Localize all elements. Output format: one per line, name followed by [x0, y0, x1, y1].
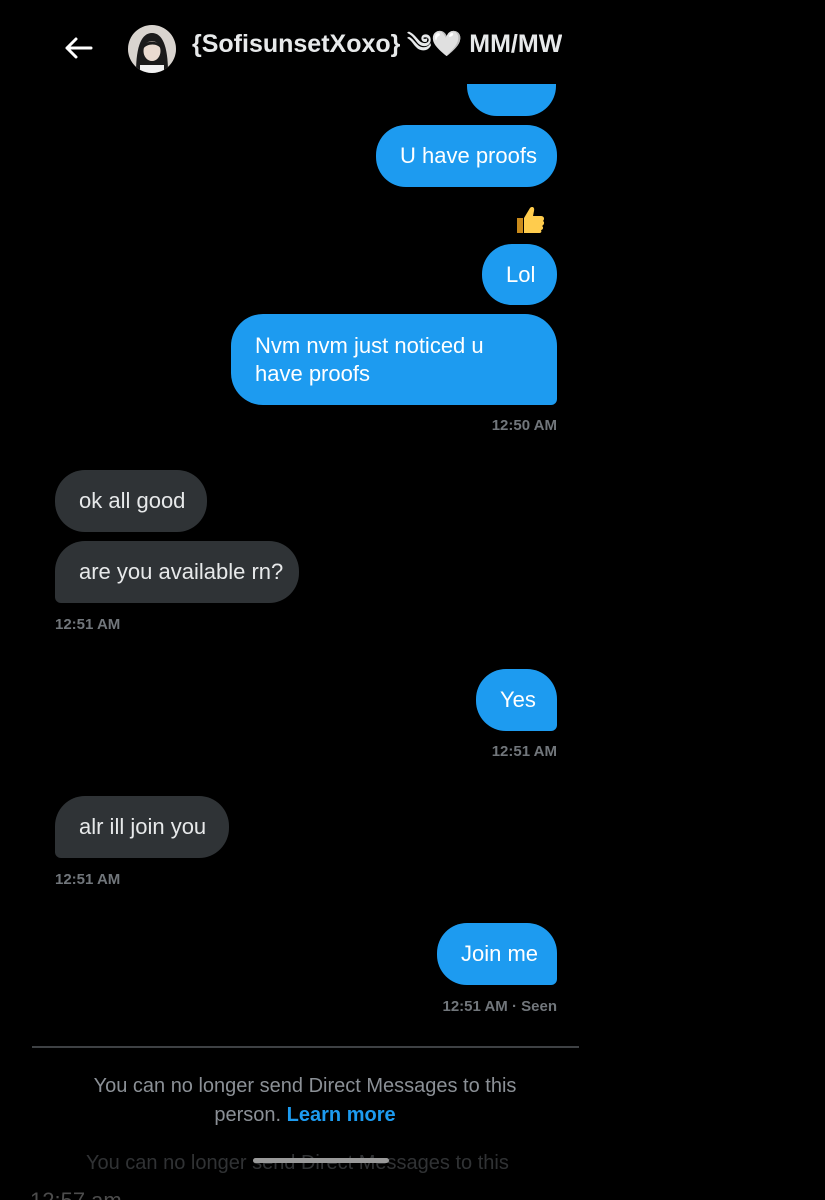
message-text: U have proofs	[400, 143, 537, 168]
message-text: are you available rn?	[79, 559, 284, 584]
dm-conversation-screen: {SofisunsetXoxo} ༄🤍 MM/MW ... U have pro…	[0, 0, 825, 1200]
profile-photo	[128, 25, 176, 73]
message-timestamp: 12:51 AM	[491, 743, 557, 760]
message-timestamp: 12:51 AM	[55, 871, 121, 888]
message-text: ok all good	[79, 488, 186, 513]
message-text: Lol	[506, 261, 536, 287]
message-bubble-received[interactable]: ok all good	[55, 470, 207, 532]
thumbs-up-reaction-icon[interactable]	[514, 205, 546, 235]
learn-more-link[interactable]: Learn more	[287, 1104, 396, 1126]
divider	[32, 1046, 579, 1048]
back-button[interactable]	[58, 28, 98, 68]
dm-disabled-notice: You can no longer send Direct Messages t…	[60, 1072, 550, 1130]
message-text: Yes	[500, 687, 536, 712]
message-timestamp: 12:50 AM	[491, 417, 557, 434]
avatar[interactable]	[128, 25, 176, 73]
faded-timestamp: 12:57 am	[30, 1188, 122, 1200]
home-indicator-handle[interactable]	[253, 1158, 389, 1163]
message-bubble-received[interactable]: are you available rn?	[55, 541, 299, 603]
message-bubble-sent[interactable]: U have proofs	[376, 125, 557, 187]
message-bubble-sent[interactable]: Yes	[476, 669, 557, 731]
faded-notice-duplicate: You can no longer send Direct Messages t…	[86, 1152, 509, 1174]
message-text: Join me	[461, 941, 539, 966]
conversation-title[interactable]: {SofisunsetXoxo} ༄🤍 MM/MW ...	[192, 28, 562, 60]
message-bubble-received[interactable]: alr ill join you	[55, 796, 229, 858]
message-bubble-sent[interactable]: Nvm nvm just noticed u have proofs	[231, 314, 557, 405]
conversation-header: {SofisunsetXoxo} ༄🤍 MM/MW ...	[0, 0, 600, 96]
message-text: Nvm nvm just noticed u have proofs	[255, 332, 484, 386]
message-bubble-sent[interactable]	[467, 84, 556, 116]
message-status-seen: 12:51 AM · Seen	[442, 998, 558, 1015]
back-arrow-icon	[65, 37, 93, 59]
message-text: alr ill join you	[79, 814, 207, 839]
message-timestamp: 12:51 AM	[55, 616, 121, 633]
message-bubble-sent[interactable]: Lol	[482, 244, 557, 305]
message-bubble-sent[interactable]: Join me	[437, 923, 557, 985]
